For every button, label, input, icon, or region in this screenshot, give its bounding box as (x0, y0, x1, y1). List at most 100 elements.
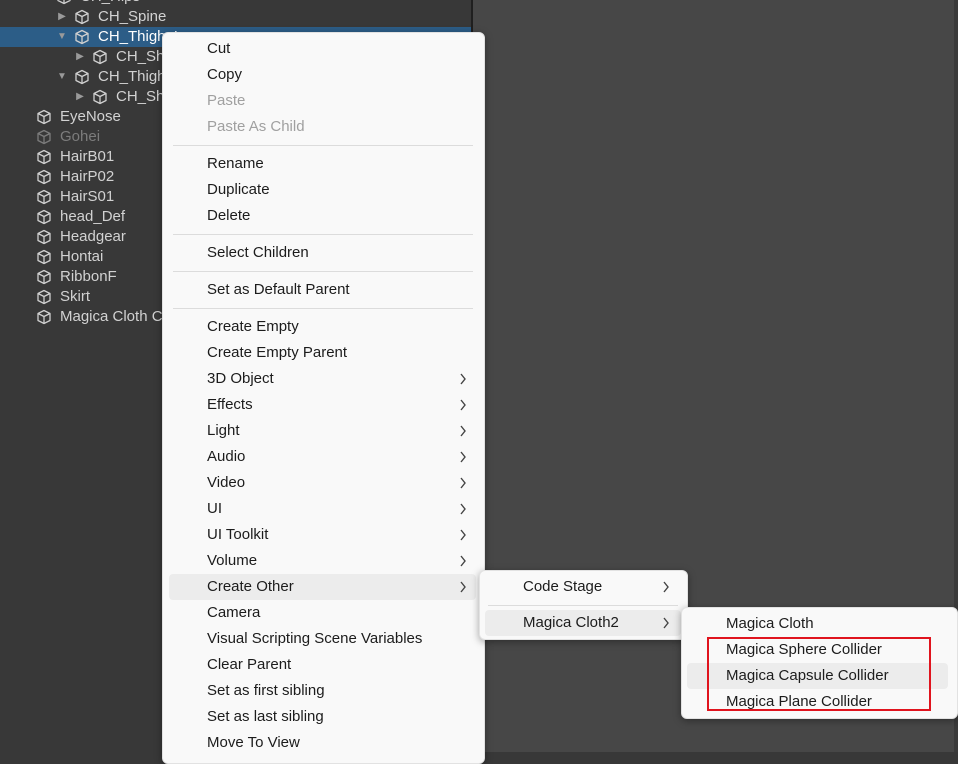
menu-item-duplicate[interactable]: Duplicate (169, 177, 476, 203)
menu-item-label: Duplicate (207, 181, 270, 198)
chevron-right-icon (460, 503, 466, 515)
menu-item-rename[interactable]: Rename (169, 151, 476, 177)
chevron-right-icon (460, 373, 466, 385)
gameobject-cube-icon (37, 309, 51, 325)
menu-item-label: Paste As Child (207, 118, 305, 135)
menu-item-effects[interactable]: Effects (169, 392, 476, 418)
menu-item-label: Code Stage (523, 578, 603, 595)
menu-item-label: Rename (207, 155, 264, 172)
menu-item-cut[interactable]: Cut (169, 36, 476, 62)
menu-separator (173, 271, 473, 272)
foldout-expanded-icon[interactable]: ▼ (38, 0, 50, 7)
menu-item-set-as-default-parent[interactable]: Set as Default Parent (169, 277, 476, 303)
menu-item-label: Set as Default Parent (207, 281, 350, 298)
gameobject-cube-icon (75, 9, 89, 25)
menu-item-label: Effects (207, 396, 253, 413)
menu-item-audio[interactable]: Audio (169, 444, 476, 470)
menu-item-label: Camera (207, 604, 261, 621)
menu-item-create-other[interactable]: Create Other (169, 574, 476, 600)
gameobject-cube-icon (57, 0, 71, 5)
hierarchy-item-ch-spine[interactable]: ▶ CH_Spine (0, 7, 471, 27)
menu-item-label: Set as first sibling (207, 682, 325, 699)
gameobject-cube-icon (75, 29, 89, 45)
hierarchy-item-label: Hontai (60, 248, 104, 265)
menu-item-volume[interactable]: Volume (169, 548, 476, 574)
gameobject-cube-icon (93, 49, 107, 65)
hierarchy-item-label: HairB01 (60, 148, 115, 165)
menu-item-ui-toolkit[interactable]: UI Toolkit (169, 522, 476, 548)
hierarchy-item-label: CH_Spine (98, 8, 167, 25)
gameobject-cube-icon (37, 169, 51, 185)
menu-item-label: 3D Object (207, 370, 274, 387)
chevron-right-icon (460, 399, 466, 411)
menu-item-label: Select Children (207, 244, 309, 261)
hierarchy-item-ch-hips[interactable]: ▼ CH_Hips (0, 0, 471, 7)
menu-item-label: Clear Parent (207, 656, 292, 673)
gameobject-cube-icon (37, 189, 51, 205)
menu-item-label: Audio (207, 448, 246, 465)
gameobject-cube-icon (37, 209, 51, 225)
foldout-collapsed-icon[interactable]: ▶ (74, 87, 86, 107)
menu-item-clear-parent[interactable]: Clear Parent (169, 652, 476, 678)
chevron-right-icon (663, 617, 669, 629)
menu-item-code-stage[interactable]: Code Stage (485, 574, 681, 600)
menu-separator (173, 234, 473, 235)
hierarchy-item-label: HairS01 (60, 188, 115, 205)
menu-item-delete[interactable]: Delete (169, 203, 476, 229)
hierarchy-item-label: EyeNose (60, 108, 121, 125)
gameobject-cube-icon (37, 289, 51, 305)
menu-item-label: Create Empty Parent (207, 344, 348, 361)
menu-item-light[interactable]: Light (169, 418, 476, 444)
menu-item-paste: Paste (169, 88, 476, 114)
chevron-right-icon (460, 477, 466, 489)
menu-item-magica-cloth[interactable]: Magica Cloth (687, 611, 948, 637)
menu-item-create-empty-parent[interactable]: Create Empty Parent (169, 340, 476, 366)
annotation-highlight-box (707, 637, 931, 711)
hierarchy-item-label: Gohei (60, 128, 101, 145)
hierarchy-item-label: Skirt (60, 288, 90, 305)
menu-item-label: Magica Cloth (726, 615, 814, 632)
menu-item-magica-cloth2[interactable]: Magica Cloth2 (485, 610, 681, 636)
menu-item-label: Create Empty (207, 318, 299, 335)
foldout-expanded-icon[interactable]: ▼ (56, 27, 68, 47)
menu-item-move-to-view[interactable]: Move To View (169, 730, 476, 756)
menu-item-select-children[interactable]: Select Children (169, 240, 476, 266)
hierarchy-item-label: CH_Hips (80, 0, 140, 7)
gameobject-cube-icon (37, 249, 51, 265)
menu-separator (173, 308, 473, 309)
menu-item-label: Magica Cloth2 (523, 614, 619, 631)
gameobject-cube-icon (75, 69, 89, 85)
menu-item-label: Visual Scripting Scene Variables (207, 630, 423, 647)
menu-item-label: Light (207, 422, 240, 439)
foldout-collapsed-icon[interactable]: ▶ (74, 47, 86, 67)
chevron-right-icon (460, 529, 466, 541)
menu-item-ui[interactable]: UI (169, 496, 476, 522)
gameobject-cube-icon (93, 89, 107, 105)
menu-item-label: Set as last sibling (207, 708, 324, 725)
menu-item-set-as-first-sibling[interactable]: Set as first sibling (169, 678, 476, 704)
gameobject-cube-icon (37, 269, 51, 285)
menu-item-copy[interactable]: Copy (169, 62, 476, 88)
foldout-expanded-icon[interactable]: ▼ (56, 67, 68, 87)
gameobject-cube-icon (37, 109, 51, 125)
hierarchy-item-label: Headgear (60, 228, 126, 245)
chevron-right-icon (663, 581, 669, 593)
menu-item-video[interactable]: Video (169, 470, 476, 496)
hierarchy-item-label: head_Def (60, 208, 126, 225)
menu-item-visual-scripting-scene-variables[interactable]: Visual Scripting Scene Variables (169, 626, 476, 652)
menu-item-3d-object[interactable]: 3D Object (169, 366, 476, 392)
menu-item-set-as-last-sibling[interactable]: Set as last sibling (169, 704, 476, 730)
menu-item-camera[interactable]: Camera (169, 600, 476, 626)
context-menu: Cut Copy Paste Paste As Child Rename Duplicat… (162, 32, 485, 764)
chevron-right-icon (460, 425, 466, 437)
chevron-right-icon (460, 555, 466, 567)
menu-item-label: UI Toolkit (207, 526, 269, 543)
menu-item-create-empty[interactable]: Create Empty (169, 314, 476, 340)
foldout-collapsed-icon[interactable]: ▶ (56, 7, 68, 27)
menu-item-label: Copy (207, 66, 243, 83)
menu-separator (173, 145, 473, 146)
gameobject-cube-icon (37, 149, 51, 165)
menu-item-label: UI (207, 500, 222, 517)
menu-item-paste-as-child: Paste As Child (169, 114, 476, 140)
menu-item-label: Paste (207, 92, 246, 109)
